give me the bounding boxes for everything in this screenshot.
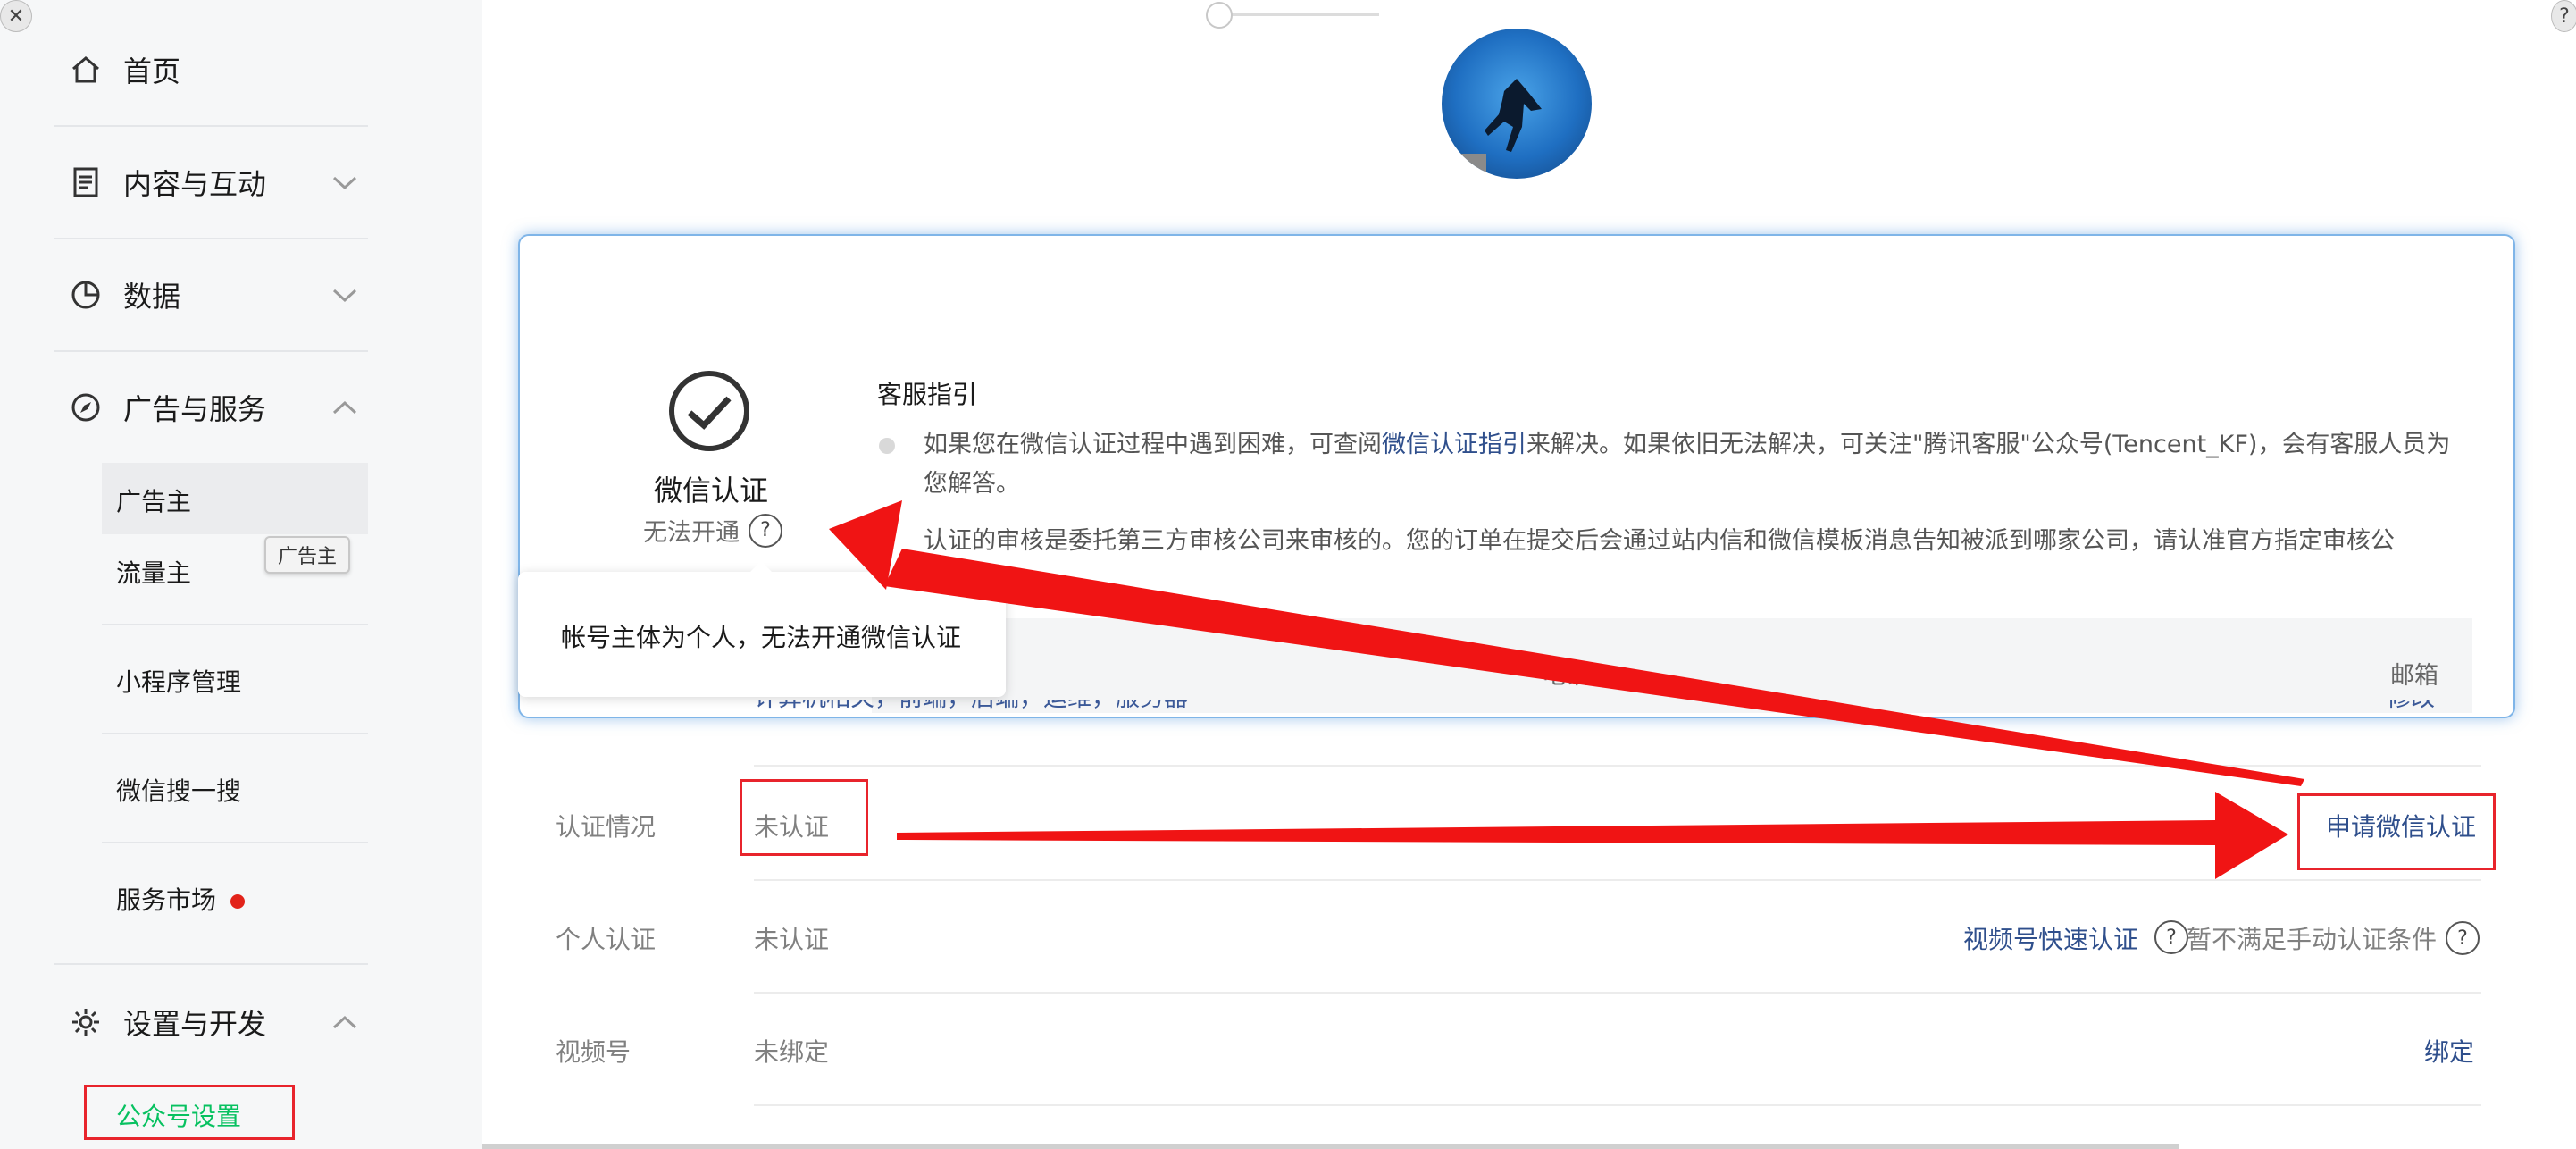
annotation-arrows xyxy=(829,500,2304,879)
annotation-arrow-body xyxy=(884,549,2304,786)
annotation-arrow-body xyxy=(897,820,2215,845)
annotation-arrow-head xyxy=(2215,792,2288,879)
